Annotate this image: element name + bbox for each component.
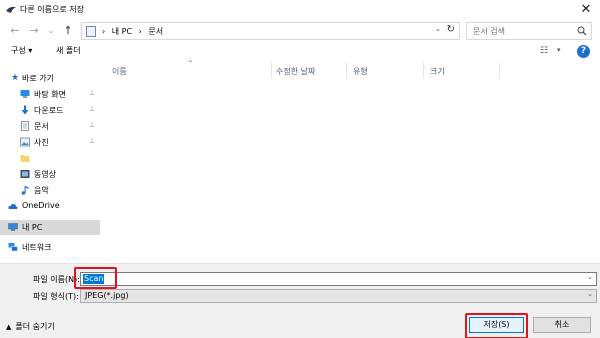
organize-button[interactable]: 구성 ▾ <box>11 45 32 56</box>
view-dropdown-icon[interactable]: ▾ <box>557 46 561 54</box>
filename-highlight-box <box>74 267 117 289</box>
refresh-icon[interactable]: ↻ <box>447 24 455 35</box>
hide-folders-label: 폴더 숨기기 <box>15 322 55 331</box>
sidebar-item-label: 다운로드 <box>34 106 64 115</box>
app-icon <box>6 6 16 13</box>
address-dropdown-icon[interactable]: ⌄ <box>435 25 441 33</box>
folder-icon <box>20 155 30 162</box>
sidebar-item-this-pc[interactable]: 내 PC <box>0 220 100 235</box>
window-title: 다른 이름으로 저장 <box>20 5 84 14</box>
sidebar-item-downloads[interactable]: 다운로드 ⊥ <box>0 103 100 118</box>
sidebar-item-music[interactable]: 음악 <box>0 183 100 198</box>
up-button[interactable]: ↑ <box>61 24 75 38</box>
star-icon: ★ <box>11 73 20 83</box>
help-button[interactable]: ? <box>577 45 590 58</box>
column-divider[interactable] <box>271 62 272 78</box>
pin-icon: ⊥ <box>89 105 96 113</box>
sidebar-item-onedrive[interactable]: OneDrive <box>0 199 100 214</box>
forward-button[interactable]: → <box>27 24 41 38</box>
command-bar: 구성 ▾ 새 폴더 ☷ ▾ ? <box>0 42 600 60</box>
download-icon <box>21 105 29 115</box>
column-header-modified[interactable]: 수정한 날짜 <box>276 66 315 77</box>
view-options-icon[interactable]: ☷ <box>540 46 548 56</box>
pin-icon: ⊥ <box>89 121 96 129</box>
column-divider[interactable] <box>499 62 500 78</box>
pin-icon: ⊥ <box>89 137 96 145</box>
breadcrumb-separator: › <box>102 27 106 36</box>
navigation-bar: ← → ⌄ ↑ › 내 PC › 문서 ⌄ ↻ 문서 검색 <box>0 20 600 42</box>
column-header-size[interactable]: 크기 <box>430 66 445 77</box>
column-divider[interactable] <box>346 62 347 78</box>
pin-icon: ⊥ <box>89 89 96 97</box>
sidebar-item-label: 동영상 <box>34 170 57 179</box>
cloud-icon <box>8 203 18 209</box>
pc-icon <box>8 223 18 231</box>
sidebar-item-label: 사진 <box>34 138 49 147</box>
sidebar-item-pictures[interactable]: 사진 ⊥ <box>0 135 100 150</box>
save-form-panel: 파일 이름(N): Scan ⌄ 파일 형식(T): JPEG(*.jpg) ⌄… <box>0 263 600 338</box>
sidebar-item-documents[interactable]: 문서 ⊥ <box>0 119 100 134</box>
search-input[interactable]: 문서 검색 <box>466 22 592 40</box>
breadcrumb-documents[interactable]: 문서 <box>148 27 163 36</box>
chevron-down-icon[interactable]: ⌄ <box>587 273 593 281</box>
filetype-value: JPEG(*.jpg) <box>85 291 129 300</box>
save-button[interactable]: 저장(S) <box>469 317 524 333</box>
close-button[interactable]: ✕ <box>576 0 596 20</box>
document-icon <box>21 121 29 131</box>
column-header-name[interactable]: 이름 <box>112 66 127 77</box>
column-header-type[interactable]: 유형 <box>353 66 368 77</box>
filetype-label: 파일 형식(T): <box>33 292 79 301</box>
network-icon <box>8 243 18 252</box>
sidebar-item-label: 바탕 화면 <box>34 90 66 99</box>
breadcrumb: › 내 PC › 문서 <box>102 26 167 37</box>
music-icon <box>21 186 29 195</box>
file-list[interactable]: ⌃ 이름 수정한 날짜 유형 크기 <box>101 59 600 263</box>
sidebar-item-label: 네트워크 <box>22 243 52 252</box>
sidebar-item-label: 문서 <box>34 122 49 131</box>
sidebar-item-label: OneDrive <box>22 201 60 210</box>
sidebar-item-quick-access[interactable]: ★ 바로 가기 <box>0 71 100 86</box>
hide-folders-toggle[interactable]: ▲ 폴더 숨기기 <box>6 321 55 332</box>
desktop-icon <box>20 90 30 98</box>
location-icon <box>86 26 96 37</box>
chevron-up-icon: ▲ <box>6 323 12 331</box>
sidebar-item-label: 바로 가기 <box>22 74 54 83</box>
search-icon <box>577 26 587 36</box>
filename-label: 파일 이름(N): <box>33 275 80 284</box>
back-button[interactable]: ← <box>8 24 22 38</box>
chevron-down-icon[interactable]: ⌄ <box>587 290 593 298</box>
title-bar: 다른 이름으로 저장 ✕ <box>0 0 600 20</box>
recent-locations-button[interactable]: ⌄ <box>44 24 58 38</box>
breadcrumb-pc[interactable]: 내 PC <box>112 27 132 36</box>
sort-ascending-icon: ⌃ <box>187 59 194 68</box>
sidebar-item-label: 내 PC <box>22 223 43 232</box>
sidebar-item-folder[interactable] <box>0 151 100 166</box>
navigation-pane: ★ 바로 가기 바탕 화면 ⊥ 다운로드 ⊥ 문서 ⊥ 사진 ⊥ 동영상 음악 … <box>0 60 100 263</box>
search-placeholder: 문서 검색 <box>473 27 505 36</box>
new-folder-button[interactable]: 새 폴더 <box>56 45 81 56</box>
column-divider[interactable] <box>423 62 424 78</box>
sidebar-item-network[interactable]: 네트워크 <box>0 240 100 255</box>
sidebar-item-videos[interactable]: 동영상 <box>0 167 100 182</box>
filename-input[interactable]: Scan ⌄ <box>80 272 597 286</box>
picture-icon <box>20 137 30 147</box>
cancel-button[interactable]: 취소 <box>533 317 591 333</box>
sidebar-item-desktop[interactable]: 바탕 화면 ⊥ <box>0 87 100 102</box>
video-icon <box>20 170 30 178</box>
sidebar-item-label: 음악 <box>34 186 49 195</box>
address-bar[interactable]: › 내 PC › 문서 ⌄ ↻ <box>81 22 460 40</box>
filetype-select[interactable]: JPEG(*.jpg) ⌄ <box>80 289 597 303</box>
breadcrumb-separator: › <box>138 27 142 36</box>
